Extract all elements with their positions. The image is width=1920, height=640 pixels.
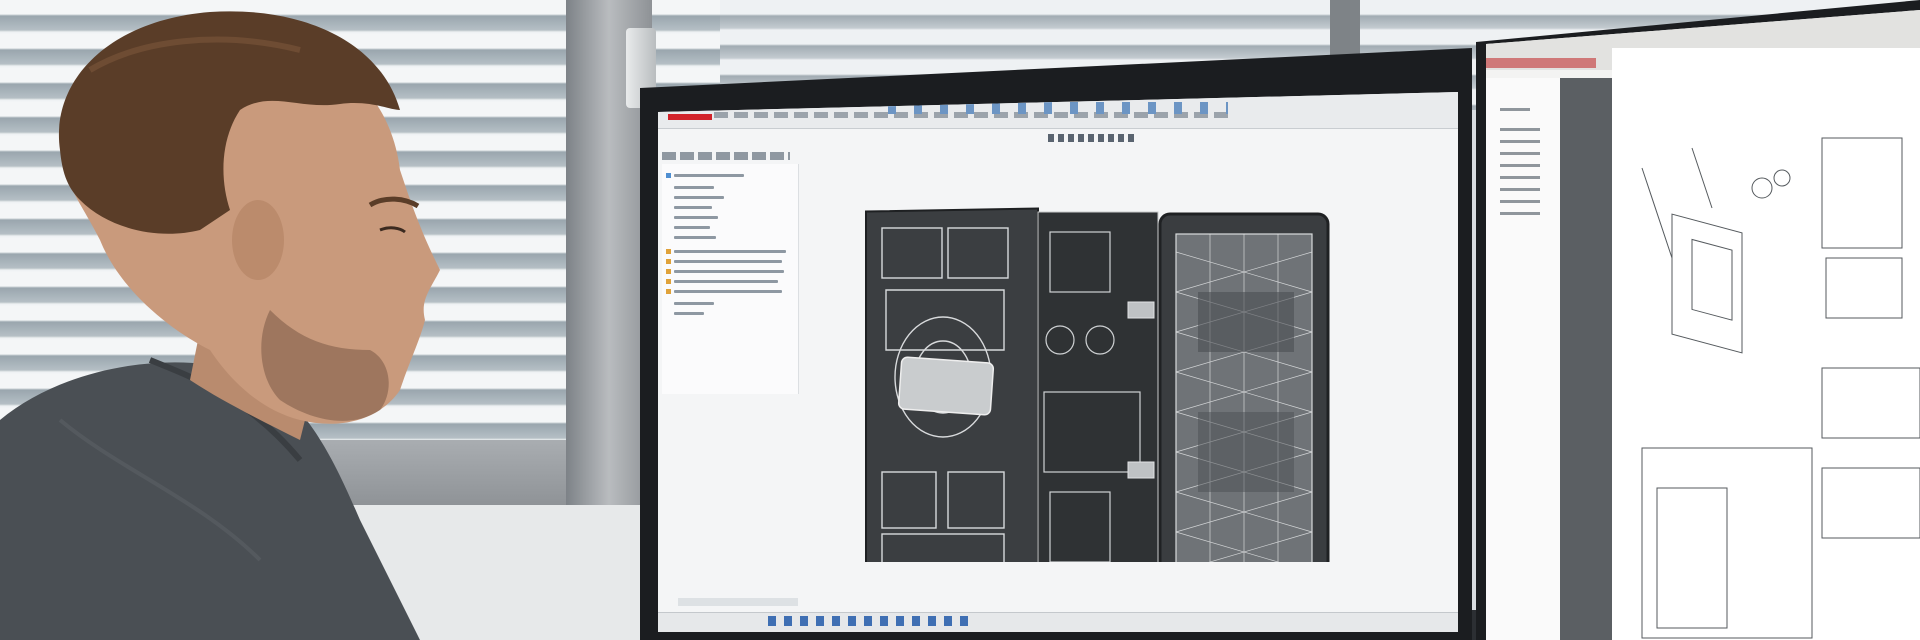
cad-screen [658, 92, 1458, 632]
pdf-screen [1486, 10, 1920, 640]
bookmark-item[interactable] [1500, 200, 1540, 203]
engineer-person [0, 11, 440, 640]
taskbar-app-icons[interactable] [768, 616, 968, 626]
bookmark-item[interactable] [1500, 212, 1540, 215]
pdf-tab-bar[interactable] [1486, 58, 1596, 68]
bookmark-item[interactable] [1500, 164, 1540, 167]
bookmark-panel[interactable] [1486, 78, 1561, 640]
bookmark-item[interactable] [1500, 176, 1540, 179]
bookmark-item[interactable] [1500, 128, 1540, 131]
bookmark-item[interactable] [1500, 108, 1530, 111]
cad-3d-model[interactable] [838, 172, 1458, 562]
bookmark-item[interactable] [1500, 140, 1540, 143]
view-toolbar-icon[interactable] [1048, 134, 1138, 142]
technical-drawing-page[interactable] [1612, 48, 1920, 640]
bookmark-item[interactable] [1500, 152, 1540, 155]
bookmark-item[interactable] [1500, 188, 1540, 191]
technical-drawing [1641, 137, 1920, 639]
pdf-gutter [1560, 78, 1612, 640]
